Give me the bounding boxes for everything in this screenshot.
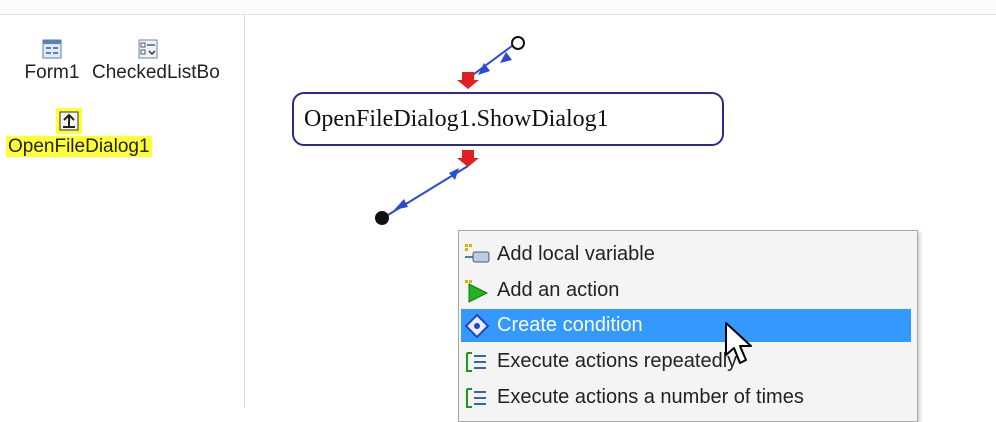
- play-arrow-icon: [461, 276, 497, 306]
- menu-item-add-local-variable[interactable]: Add local variable: [461, 238, 911, 271]
- input-port-icon[interactable]: [457, 72, 479, 89]
- connector-arrow-icon: [394, 199, 408, 210]
- context-menu: Add local variable Add an action Create …: [458, 230, 918, 422]
- menu-item-execute-repeatedly[interactable]: Execute actions repeatedly: [461, 345, 911, 378]
- menu-item-execute-number-of-times[interactable]: Execute actions a number of times: [461, 381, 911, 414]
- start-point-icon[interactable]: [511, 36, 525, 50]
- condition-diamond-icon: [461, 311, 497, 341]
- loop-icon: [461, 383, 497, 413]
- connector-arrow-icon: [449, 168, 459, 180]
- menu-item-label: Execute actions repeatedly: [497, 350, 738, 372]
- menu-item-label: Add local variable: [497, 243, 655, 265]
- menu-item-label: Add an action: [497, 279, 620, 301]
- menu-item-label: Create condition: [497, 314, 643, 336]
- method-node[interactable]: OpenFileDialog1.ShowDialog1: [292, 92, 724, 146]
- loop-icon: [461, 347, 497, 377]
- method-node-label: OpenFileDialog1.ShowDialog1: [304, 106, 609, 132]
- menu-item-add-action[interactable]: Add an action: [461, 274, 911, 307]
- end-point-icon[interactable]: [375, 211, 389, 225]
- mouse-pointer-icon: [725, 322, 752, 364]
- output-port-icon[interactable]: [457, 150, 479, 167]
- menu-item-label: Execute actions a number of times: [497, 386, 804, 408]
- menu-item-create-condition[interactable]: Create condition: [461, 309, 911, 342]
- local-variable-icon: [461, 240, 497, 270]
